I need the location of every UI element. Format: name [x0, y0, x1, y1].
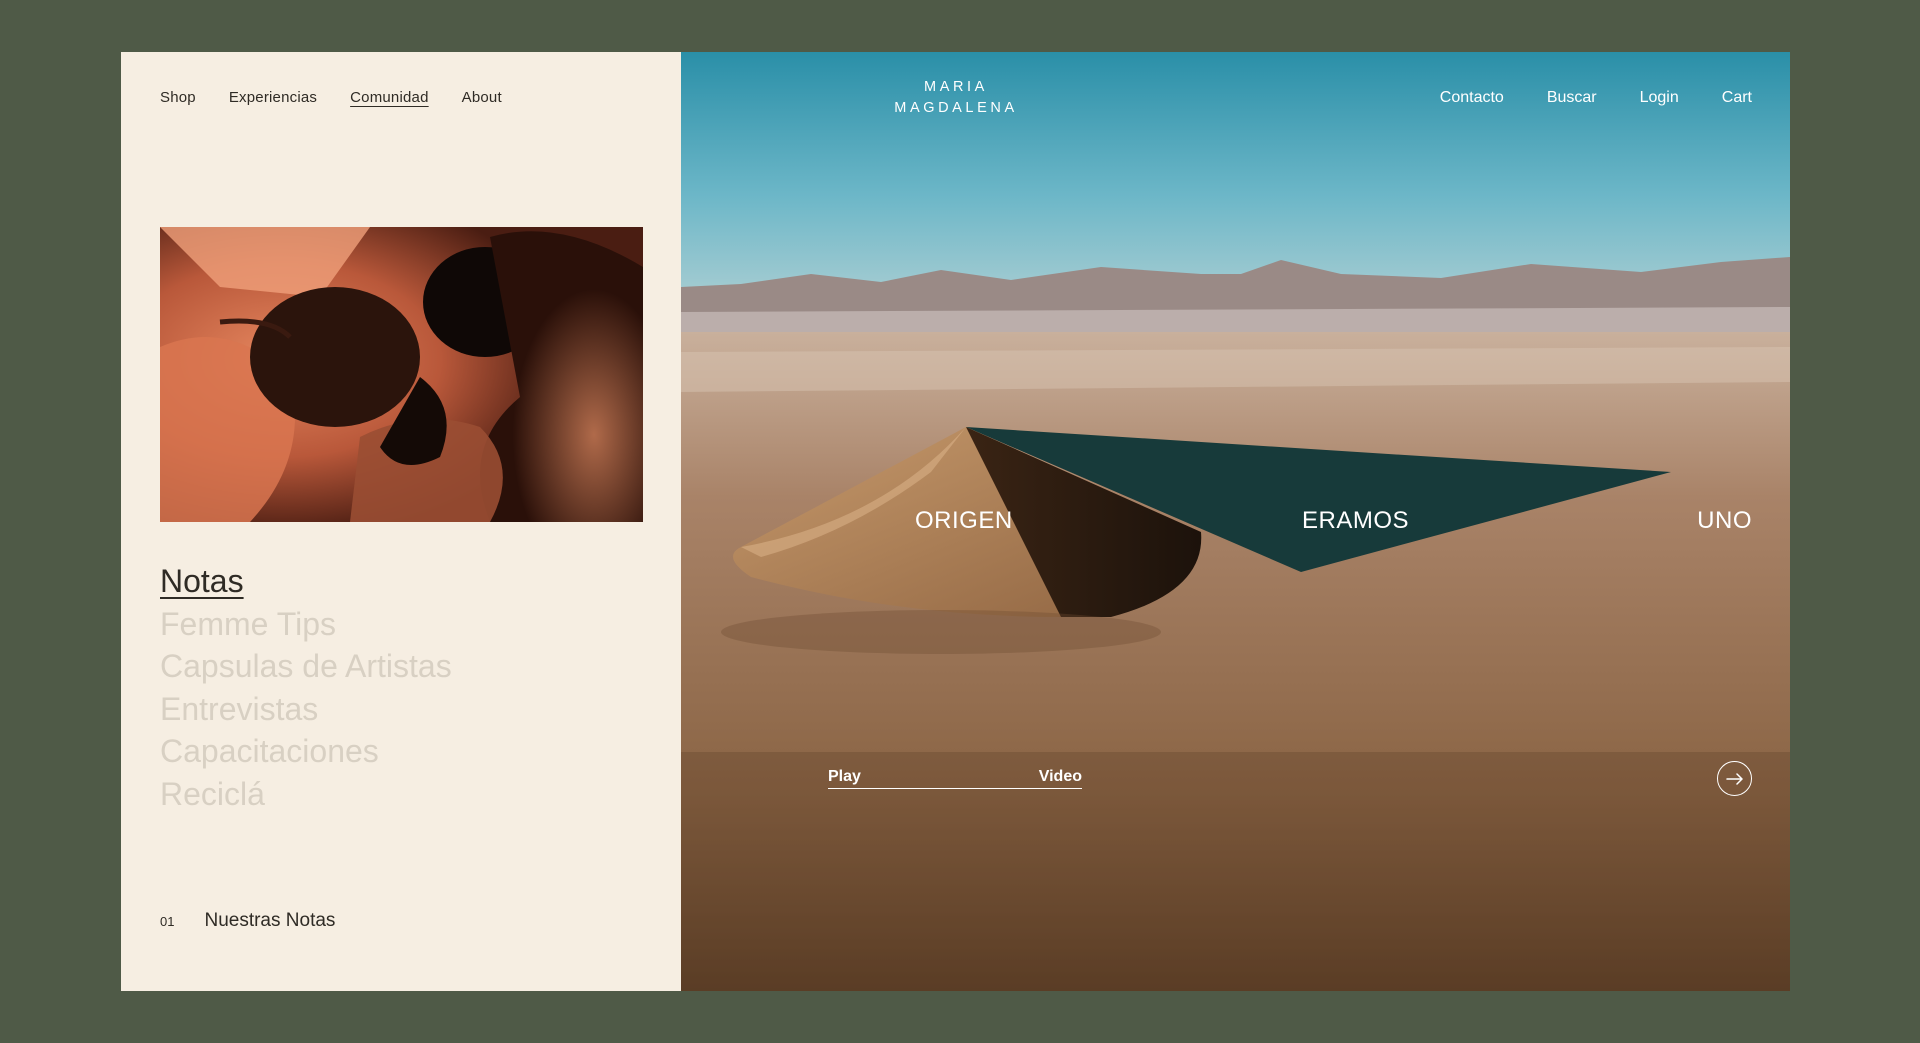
nav-comunidad[interactable]: Comunidad [350, 89, 429, 106]
feature-photo-art [160, 227, 643, 522]
left-panel: Shop Experiencias Comunidad About Notas … [121, 52, 681, 991]
play-video-link[interactable]: Play Video [828, 768, 1082, 789]
primary-nav: Shop Experiencias Comunidad About [160, 89, 502, 106]
page-frame: Shop Experiencias Comunidad About Notas … [121, 52, 1790, 991]
nav-about[interactable]: About [462, 89, 502, 106]
category-list: Notas Femme Tips Capsulas de Artistas En… [160, 560, 452, 815]
category-notas[interactable]: Notas [160, 560, 452, 603]
utility-nav: Contacto Buscar Login Cart [1440, 89, 1752, 107]
hero-word-origen: ORIGEN [915, 507, 1013, 534]
video-label: Video [1038, 768, 1082, 785]
hero-word-uno: UNO [1697, 507, 1752, 534]
arrow-right-icon [1725, 772, 1743, 785]
logo-line-1: MARIA [924, 79, 988, 95]
next-slide-button[interactable] [1717, 761, 1752, 796]
category-entrevistas[interactable]: Entrevistas [160, 688, 452, 731]
category-femme-tips[interactable]: Femme Tips [160, 603, 452, 646]
play-label: Play [828, 768, 861, 785]
logo-line-2: MAGDALENA [894, 100, 1018, 116]
section-number: 01 [160, 914, 175, 929]
nav-experiencias[interactable]: Experiencias [229, 89, 317, 106]
section-label[interactable]: Nuestras Notas [204, 910, 335, 932]
category-recicla[interactable]: Reciclá [160, 773, 452, 816]
nav-contacto[interactable]: Contacto [1440, 89, 1504, 107]
desert-landscape-art [681, 52, 1790, 991]
feature-photo[interactable] [160, 227, 643, 522]
nav-buscar[interactable]: Buscar [1547, 89, 1597, 107]
category-capacitaciones[interactable]: Capacitaciones [160, 730, 452, 773]
brand-logo[interactable]: MARIA MAGDALENA [886, 77, 1026, 119]
hero: MARIA MAGDALENA Contacto Buscar Login Ca… [681, 52, 1790, 991]
category-capsulas-de-artistas[interactable]: Capsulas de Artistas [160, 645, 452, 688]
nav-login[interactable]: Login [1640, 89, 1679, 107]
nav-shop[interactable]: Shop [160, 89, 196, 106]
section-indicator: 01 Nuestras Notas [160, 910, 335, 932]
hero-word-eramos: ERAMOS [1302, 507, 1410, 534]
hero-background-image [681, 52, 1790, 991]
nav-cart[interactable]: Cart [1722, 89, 1752, 107]
